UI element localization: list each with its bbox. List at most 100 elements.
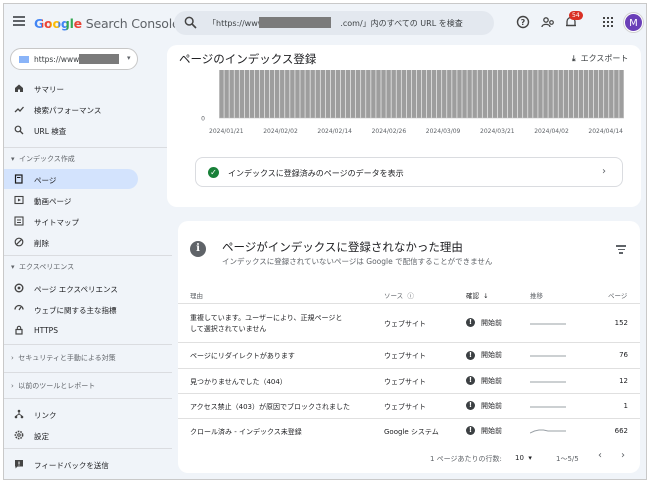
property-url: https://www [34,55,80,64]
table-row[interactable]: 重複しています。ユーザーにより、正規ページと して選択されていません ウェブサイト!… [178,303,640,342]
col-header-reason[interactable]: 理由 [190,290,203,300]
col-header-validation[interactable]: 確認 ↓ [466,290,489,300]
sidebar-item-label: フィードバックを送信 [34,461,109,470]
row-trend-sparkline [530,406,566,407]
row-validation: ! 開始前 [466,426,502,436]
app-window: Google Search Console 「https://www .com/」… [3,3,647,480]
sidebar-item-label: 動画ページ [34,197,72,206]
bar-not-indexed [467,70,472,118]
bar-not-indexed [269,70,275,119]
bar-not-indexed [487,70,493,118]
section-indexing[interactable]: ▾ インデックス作成 [11,154,75,164]
sidebar-item-removal[interactable]: 削除 [4,232,138,252]
table-row[interactable]: ページにリダイレクトがあります ウェブサイト ! 開始前 76 [178,342,640,368]
section-experience[interactable]: ▾ エクスペリエンス [11,262,74,272]
help-icon[interactable]: ? [516,15,530,29]
expand-more-icon: › [11,354,14,362]
x-tick-label: 2024/04/14 [588,128,623,135]
bar-not-indexed [366,70,371,118]
reasons-title: ページがインデックスに登録されなかった理由 [222,240,463,254]
sidebar-item-label: 設定 [34,432,49,441]
bar-not-indexed [355,70,361,118]
bar-not-indexed [290,70,295,118]
filter-icon[interactable] [616,245,626,256]
col-header-pages[interactable]: ページ [608,290,627,300]
rows-per-page-select[interactable]: 10 ▾ [515,454,532,462]
col-header-trend: 推移 [530,292,543,300]
bar-not-indexed [573,70,579,118]
sidebar-item-sitemap[interactable]: サイトマップ [4,211,138,231]
view-indexed-pages-link[interactable]: ✓ インデックスに登録済みのページのデータを表示 › [195,157,623,187]
export-button[interactable]: ⤓ エクスポート [572,53,628,64]
sidebar-item-links[interactable]: リンク [4,404,138,424]
bar-not-indexed [588,70,594,118]
property-selector[interactable]: https://www ▾ [10,48,138,70]
sidebar-item-home[interactable]: サマリー [4,78,138,98]
bar-not-indexed [285,70,290,118]
x-tick-label: 2024/04/02 [534,128,569,135]
section-security[interactable]: › セキュリティと手動による対策 [11,353,116,363]
table-row[interactable]: クロール済み - インデックス未登録 Google システム ! 開始前 662 [178,418,640,443]
url-inspect-search[interactable]: 「https://www .com/」内のすべての URL を検査 [174,11,494,35]
app-logo[interactable]: Google Search Console [34,16,180,31]
bar-not-indexed [345,70,351,118]
row-validation: ! 開始前 [466,376,502,386]
bar-not-indexed [280,70,285,118]
prev-page-icon[interactable]: ‹ [598,450,602,461]
product-name: Search Console [81,16,180,31]
row-trend-sparkline [530,381,566,382]
notification-badge: 54 [569,11,583,20]
sidebar-item-video[interactable]: 動画ページ [4,190,138,210]
sidebar-divider [4,255,172,256]
bar-not-indexed [533,70,538,118]
sidebar-item-lock[interactable]: HTTPS [4,320,138,340]
bar-not-indexed [614,70,619,118]
sidebar-item-label: ウェブに関する主な指標 [34,306,117,315]
sidebar-item-pages[interactable]: ページ [4,169,138,189]
row-source: Google システム [384,427,439,436]
table-row[interactable]: アクセス禁止（403）が原因でブロックされました ウェブサイト ! 開始前 1 [178,393,640,418]
bar-not-indexed [350,70,356,118]
avatar[interactable]: M [624,13,643,32]
sidebar-item-trending[interactable]: 検索パフォーマンス [4,99,138,119]
bar-not-indexed [507,70,513,118]
sidebar-item-settings[interactable]: 設定 [4,425,138,445]
table-row[interactable]: 見つかりませんでした（404） ウェブサイト ! 開始前 12 [178,368,640,393]
sidebar-item-vitals[interactable]: ウェブに関する主な指標 [4,299,138,319]
page-title: ページのインデックス登録 [179,52,317,66]
sidebar-item-label: ページ [34,176,57,185]
col-header-source[interactable]: ソース ⓘ [384,290,414,300]
section-legacy[interactable]: › 以前のツールとレポート [11,381,95,391]
bar-not-indexed [229,70,234,118]
help-icon[interactable]: ⓘ [407,292,414,300]
bar-not-indexed [426,70,432,118]
bar-not-indexed [406,70,412,118]
svg-text:?: ? [521,18,526,27]
row-validation: ! 開始前 [466,318,502,328]
bar-not-indexed [472,70,477,118]
menu-icon[interactable] [13,16,25,26]
bar-not-indexed [578,70,584,118]
sidebar-item-label: URL 検査 [34,127,67,136]
users-icon[interactable] [541,15,555,29]
sidebar-item-feedback[interactable]: フィードバックを送信 [4,454,138,474]
next-page-icon[interactable]: › [621,450,625,461]
row-source: ウェブサイト [384,319,426,328]
feedback-icon [15,460,23,469]
bar-not-indexed [502,70,508,118]
sidebar-item-search[interactable]: URL 検査 [4,120,138,140]
sidebar-divider [4,147,172,148]
bar-not-indexed [619,70,624,118]
sidebar-item-label: HTTPS [34,326,58,335]
bar-not-indexed [361,70,366,118]
bar-not-indexed [295,70,300,118]
row-reason: 見つかりませんでした（404） [190,377,287,386]
bar-not-indexed [224,70,229,118]
bar-not-indexed [396,70,401,118]
bar-not-indexed [462,70,467,118]
status-alert-icon: ! [466,350,475,360]
row-page-count: 152 [614,318,628,327]
sidebar-item-page-experience[interactable]: ページ エクスペリエンス [4,278,138,298]
apps-grid-icon[interactable] [601,15,615,29]
top-bar: Google Search Console 「https://www .com/」… [4,4,646,44]
